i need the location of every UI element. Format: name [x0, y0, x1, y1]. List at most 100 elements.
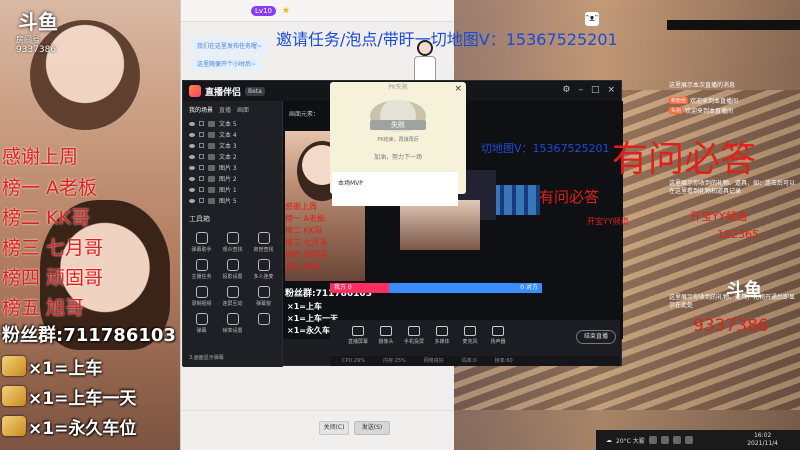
play-icon: [436, 326, 448, 336]
pk-description: PK结束，再接再厉: [377, 137, 419, 143]
layer-item[interactable]: 文本 2: [183, 151, 282, 162]
layer-item[interactable]: 图片 5: [183, 195, 282, 206]
lock-icon: [199, 165, 204, 170]
layer-item[interactable]: 图片 2: [183, 173, 282, 184]
lock-icon: [199, 154, 204, 159]
gift-icon: [2, 386, 26, 406]
gift-row-3: ×1=永久车位: [2, 414, 136, 439]
layer-item[interactable]: 文本 5: [183, 118, 282, 129]
level-tag: Lv10: [251, 5, 276, 16]
preview-label: 画面元素：: [289, 111, 320, 118]
status-bar: CPU:29% 内存:25% 网络良好 码率:0 帧率:60: [330, 356, 620, 366]
chat-input-area[interactable]: 关闭(C) 发送(S): [181, 410, 454, 450]
windows-taskbar: ☁ 20°C 大雾 16:02 2021/11/4: [596, 430, 800, 450]
tool-admin-search[interactable]: 房管查找: [249, 232, 278, 253]
pk-next-hint: 加油，努力下一场: [373, 154, 422, 161]
phone-cast-button[interactable]: 手机投屏: [400, 320, 428, 356]
text-icon: [208, 153, 215, 160]
pk-our-score: 我方 0: [330, 283, 390, 293]
layer-item[interactable]: 图片 1: [183, 184, 282, 195]
pk-mvp-panel: 本场MVP: [332, 172, 458, 206]
network-icon[interactable]: [672, 436, 681, 444]
companion-logo-icon: [189, 85, 201, 97]
speaker-button[interactable]: 扬声器: [484, 320, 512, 356]
maximize-icon[interactable]: □: [591, 85, 600, 95]
lock-icon: [199, 132, 204, 137]
screen-icon: [226, 286, 239, 298]
preview-mini-camera: [400, 200, 480, 250]
image-icon: [208, 197, 215, 204]
mic-icon: [257, 259, 270, 271]
layer-item[interactable]: 文本 3: [183, 140, 282, 151]
send-button[interactable]: 发送(S): [354, 421, 390, 435]
preview-yy-label: 开宝YY频道: [587, 217, 629, 226]
volume-icon[interactable]: [684, 436, 693, 444]
layer-item[interactable]: 图片 3: [183, 162, 282, 173]
eye-icon: [189, 143, 195, 148]
tool-danmu-assistant[interactable]: 弹幕助手: [187, 232, 216, 253]
microphone-button[interactable]: 麦克风: [456, 320, 484, 356]
tool-record[interactable]: 录制视频: [187, 286, 216, 307]
rank-2: 榜二 KK哥: [2, 207, 90, 229]
tool-danmu[interactable]: 弹幕: [187, 313, 216, 334]
more-icon: [257, 313, 270, 325]
tool-screen-interact[interactable]: 连屏互动: [218, 286, 247, 307]
tool-multi-mic[interactable]: 多人连麦: [249, 259, 278, 280]
tray-icon[interactable]: [660, 436, 669, 444]
eye-icon: [189, 198, 195, 203]
live-screen-button[interactable]: 直播屏幕: [344, 320, 372, 356]
lock-icon: [199, 143, 204, 148]
mic-icon: [464, 326, 476, 336]
minimize-icon[interactable]: –: [578, 85, 583, 95]
tool-projection[interactable]: 投影设置: [218, 259, 247, 280]
text-icon: [208, 120, 215, 127]
speaker-icon: [492, 326, 504, 336]
gift-icon: [2, 356, 26, 376]
settings-icon[interactable]: ⚙: [562, 85, 570, 95]
pk-popup-title: PK失败: [388, 84, 408, 91]
scene-sidebar: 我的场景 直播 画面 文本 5 文本 4 文本 3 文本 2 图片 3 图片 2…: [183, 101, 283, 367]
camera-button[interactable]: 摄像头: [372, 320, 400, 356]
stop-live-button[interactable]: 结束直播: [576, 330, 616, 344]
window-icon: [257, 286, 270, 298]
preview-rank-1: 榜一 A老板: [285, 214, 326, 223]
tool-viewer-search[interactable]: 观众查找: [218, 232, 247, 253]
right-overlay-header: [667, 20, 800, 30]
image-icon: [208, 175, 215, 182]
pk-their-score: 0 对方: [389, 283, 542, 293]
tab-live[interactable]: 直播: [219, 105, 231, 114]
chat-message: 我们在这里发布任务喔~: [191, 38, 269, 53]
tool-danmu-window[interactable]: 弹幕窗: [249, 286, 278, 307]
chat-icon: [195, 232, 208, 244]
tool-framerate[interactable]: 帧率设置: [218, 313, 247, 334]
preview-rank-3: 榜三 七月哥: [285, 238, 328, 247]
cat-icon: ᵔᴥᵔ: [585, 12, 599, 26]
qa-banner: 有问必答: [612, 139, 757, 180]
multimedia-button[interactable]: 多媒体: [428, 320, 456, 356]
gift-row-2: ×1=上车一天: [2, 384, 136, 409]
eye-icon: [189, 176, 195, 181]
eye-icon: [189, 132, 195, 137]
preview-rank-2: 榜二 KK哥: [285, 226, 323, 235]
chat-intro: 这里展示本次直播的消息: [669, 82, 736, 89]
close-button[interactable]: 关闭(C): [319, 421, 349, 435]
close-icon[interactable]: ×: [607, 85, 615, 95]
close-icon[interactable]: ×: [454, 84, 462, 94]
show-danmu-checkbox[interactable]: 3.画面显示弹幕: [189, 354, 224, 361]
preview-thanks: 感谢上周: [285, 202, 317, 211]
user-badge: 新粉丝: [669, 97, 689, 104]
tab-canvas[interactable]: 画面: [237, 105, 249, 114]
star-icon: ★: [281, 5, 291, 16]
eye-icon: [189, 121, 195, 126]
room-label: 房间号: [16, 35, 40, 44]
gift-row-1: ×1=上车: [2, 354, 102, 379]
tray-icon[interactable]: [648, 436, 657, 444]
room-number: 9337386: [693, 316, 769, 336]
tab-scene[interactable]: 我的场景: [189, 105, 213, 114]
taskbar-clock[interactable]: 16:02 2021/11/4: [747, 432, 778, 448]
streamer-photo-top: [30, 20, 140, 130]
layer-item[interactable]: 文本 4: [183, 129, 282, 140]
tool-more[interactable]: [249, 313, 278, 334]
camera-icon: [380, 326, 392, 336]
tool-host-task[interactable]: 主播任务: [187, 259, 216, 280]
